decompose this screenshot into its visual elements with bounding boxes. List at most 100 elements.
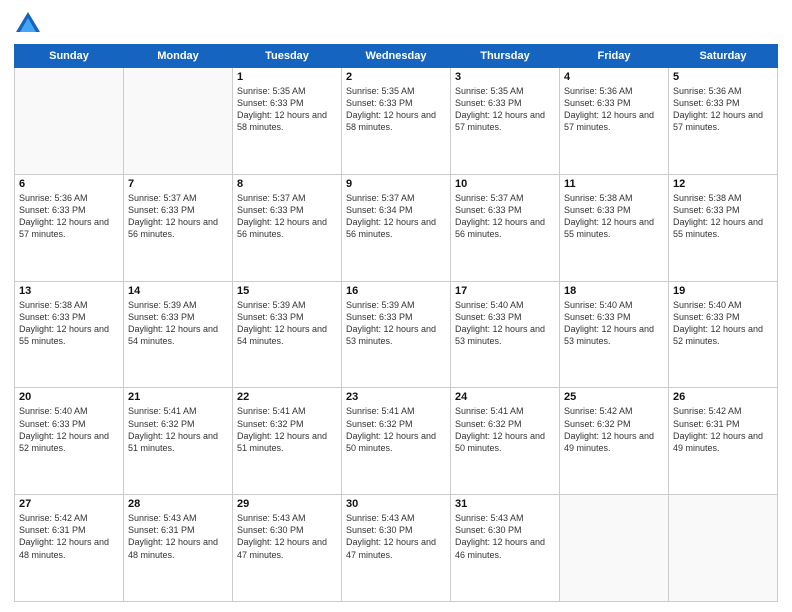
day-detail: Sunrise: 5:35 AM Sunset: 6:33 PM Dayligh… [346, 85, 446, 134]
day-detail: Sunrise: 5:40 AM Sunset: 6:33 PM Dayligh… [564, 299, 664, 348]
calendar-table: SundayMondayTuesdayWednesdayThursdayFrid… [14, 44, 778, 602]
calendar-cell: 18 Sunrise: 5:40 AM Sunset: 6:33 PM Dayli… [560, 281, 669, 388]
weekday-header-saturday: Saturday [669, 45, 778, 68]
day-detail: Sunrise: 5:37 AM Sunset: 6:33 PM Dayligh… [128, 192, 228, 241]
day-detail: Sunrise: 5:43 AM Sunset: 6:31 PM Dayligh… [128, 512, 228, 561]
day-detail: Sunrise: 5:41 AM Sunset: 6:32 PM Dayligh… [455, 405, 555, 454]
day-number: 18 [564, 285, 664, 297]
calendar-cell: 13 Sunrise: 5:38 AM Sunset: 6:33 PM Dayli… [15, 281, 124, 388]
day-detail: Sunrise: 5:36 AM Sunset: 6:33 PM Dayligh… [673, 85, 773, 134]
calendar-cell: 25 Sunrise: 5:42 AM Sunset: 6:32 PM Dayli… [560, 388, 669, 495]
day-detail: Sunrise: 5:42 AM Sunset: 6:32 PM Dayligh… [564, 405, 664, 454]
day-number: 25 [564, 391, 664, 403]
day-number: 1 [237, 71, 337, 83]
day-number: 30 [346, 498, 446, 510]
calendar-cell [124, 68, 233, 175]
day-detail: Sunrise: 5:40 AM Sunset: 6:33 PM Dayligh… [455, 299, 555, 348]
day-number: 12 [673, 178, 773, 190]
day-detail: Sunrise: 5:39 AM Sunset: 6:33 PM Dayligh… [237, 299, 337, 348]
calendar-cell: 23 Sunrise: 5:41 AM Sunset: 6:32 PM Dayli… [342, 388, 451, 495]
weekday-header-sunday: Sunday [15, 45, 124, 68]
day-number: 2 [346, 71, 446, 83]
day-detail: Sunrise: 5:38 AM Sunset: 6:33 PM Dayligh… [673, 192, 773, 241]
day-detail: Sunrise: 5:35 AM Sunset: 6:33 PM Dayligh… [455, 85, 555, 134]
day-detail: Sunrise: 5:41 AM Sunset: 6:32 PM Dayligh… [128, 405, 228, 454]
calendar-cell: 17 Sunrise: 5:40 AM Sunset: 6:33 PM Dayli… [451, 281, 560, 388]
day-detail: Sunrise: 5:35 AM Sunset: 6:33 PM Dayligh… [237, 85, 337, 134]
calendar-cell: 26 Sunrise: 5:42 AM Sunset: 6:31 PM Dayli… [669, 388, 778, 495]
calendar-cell: 8Sunrise: 5:37 AM Sunset: 6:33 PM Daylig… [233, 174, 342, 281]
calendar-cell [15, 68, 124, 175]
day-detail: Sunrise: 5:37 AM Sunset: 6:34 PM Dayligh… [346, 192, 446, 241]
calendar-week-3: 13 Sunrise: 5:38 AM Sunset: 6:33 PM Dayli… [15, 281, 778, 388]
weekday-header-row: SundayMondayTuesdayWednesdayThursdayFrid… [15, 45, 778, 68]
day-detail: Sunrise: 5:40 AM Sunset: 6:33 PM Dayligh… [19, 405, 119, 454]
calendar-cell: 5Sunrise: 5:36 AM Sunset: 6:33 PM Daylig… [669, 68, 778, 175]
calendar-cell: 21Sunrise: 5:41 AM Sunset: 6:32 PM Dayli… [124, 388, 233, 495]
day-detail: Sunrise: 5:42 AM Sunset: 6:31 PM Dayligh… [19, 512, 119, 561]
calendar-cell: 6 Sunrise: 5:36 AM Sunset: 6:33 PM Daylig… [15, 174, 124, 281]
day-number: 24 [455, 391, 555, 403]
calendar-cell: 30 Sunrise: 5:43 AM Sunset: 6:30 PM Dayli… [342, 495, 451, 602]
header [14, 10, 778, 38]
day-number: 11 [564, 178, 664, 190]
calendar-cell: 7 Sunrise: 5:37 AM Sunset: 6:33 PM Daylig… [124, 174, 233, 281]
calendar-cell: 15 Sunrise: 5:39 AM Sunset: 6:33 PM Dayli… [233, 281, 342, 388]
calendar-cell: 3Sunrise: 5:35 AM Sunset: 6:33 PM Daylig… [451, 68, 560, 175]
day-number: 29 [237, 498, 337, 510]
calendar-cell: 4Sunrise: 5:36 AM Sunset: 6:33 PM Daylig… [560, 68, 669, 175]
weekday-header-monday: Monday [124, 45, 233, 68]
calendar-cell: 28 Sunrise: 5:43 AM Sunset: 6:31 PM Dayli… [124, 495, 233, 602]
day-number: 14 [128, 285, 228, 297]
calendar-week-5: 27 Sunrise: 5:42 AM Sunset: 6:31 PM Dayli… [15, 495, 778, 602]
calendar-week-4: 20 Sunrise: 5:40 AM Sunset: 6:33 PM Dayli… [15, 388, 778, 495]
calendar-cell: 22Sunrise: 5:41 AM Sunset: 6:32 PM Dayli… [233, 388, 342, 495]
day-number: 8 [237, 178, 337, 190]
day-detail: Sunrise: 5:43 AM Sunset: 6:30 PM Dayligh… [346, 512, 446, 561]
calendar-cell: 10Sunrise: 5:37 AM Sunset: 6:33 PM Dayli… [451, 174, 560, 281]
calendar-cell: 2 Sunrise: 5:35 AM Sunset: 6:33 PM Daylig… [342, 68, 451, 175]
weekday-header-friday: Friday [560, 45, 669, 68]
day-number: 22 [237, 391, 337, 403]
day-number: 20 [19, 391, 119, 403]
calendar-cell: 16Sunrise: 5:39 AM Sunset: 6:33 PM Dayli… [342, 281, 451, 388]
weekday-header-thursday: Thursday [451, 45, 560, 68]
calendar-cell: 29Sunrise: 5:43 AM Sunset: 6:30 PM Dayli… [233, 495, 342, 602]
day-detail: Sunrise: 5:36 AM Sunset: 6:33 PM Dayligh… [19, 192, 119, 241]
weekday-header-tuesday: Tuesday [233, 45, 342, 68]
day-detail: Sunrise: 5:41 AM Sunset: 6:32 PM Dayligh… [346, 405, 446, 454]
calendar-cell: 1 Sunrise: 5:35 AM Sunset: 6:33 PM Daylig… [233, 68, 342, 175]
calendar-cell: 11 Sunrise: 5:38 AM Sunset: 6:33 PM Dayli… [560, 174, 669, 281]
day-number: 15 [237, 285, 337, 297]
day-detail: Sunrise: 5:36 AM Sunset: 6:33 PM Dayligh… [564, 85, 664, 134]
day-detail: Sunrise: 5:43 AM Sunset: 6:30 PM Dayligh… [455, 512, 555, 561]
logo [14, 10, 46, 38]
logo-icon [14, 10, 42, 38]
day-number: 9 [346, 178, 446, 190]
day-number: 7 [128, 178, 228, 190]
day-detail: Sunrise: 5:39 AM Sunset: 6:33 PM Dayligh… [128, 299, 228, 348]
day-number: 6 [19, 178, 119, 190]
day-number: 17 [455, 285, 555, 297]
calendar-cell [669, 495, 778, 602]
day-detail: Sunrise: 5:38 AM Sunset: 6:33 PM Dayligh… [19, 299, 119, 348]
day-number: 16 [346, 285, 446, 297]
calendar-cell: 27 Sunrise: 5:42 AM Sunset: 6:31 PM Dayli… [15, 495, 124, 602]
page: SundayMondayTuesdayWednesdayThursdayFrid… [0, 0, 792, 612]
day-number: 27 [19, 498, 119, 510]
day-number: 13 [19, 285, 119, 297]
calendar-week-1: 1 Sunrise: 5:35 AM Sunset: 6:33 PM Daylig… [15, 68, 778, 175]
calendar-cell: 20 Sunrise: 5:40 AM Sunset: 6:33 PM Dayli… [15, 388, 124, 495]
weekday-header-wednesday: Wednesday [342, 45, 451, 68]
day-detail: Sunrise: 5:38 AM Sunset: 6:33 PM Dayligh… [564, 192, 664, 241]
day-detail: Sunrise: 5:42 AM Sunset: 6:31 PM Dayligh… [673, 405, 773, 454]
calendar-cell: 31 Sunrise: 5:43 AM Sunset: 6:30 PM Dayli… [451, 495, 560, 602]
calendar-cell: 9 Sunrise: 5:37 AM Sunset: 6:34 PM Daylig… [342, 174, 451, 281]
day-number: 26 [673, 391, 773, 403]
day-number: 23 [346, 391, 446, 403]
day-detail: Sunrise: 5:40 AM Sunset: 6:33 PM Dayligh… [673, 299, 773, 348]
calendar-week-2: 6 Sunrise: 5:36 AM Sunset: 6:33 PM Daylig… [15, 174, 778, 281]
day-number: 28 [128, 498, 228, 510]
day-number: 19 [673, 285, 773, 297]
day-number: 31 [455, 498, 555, 510]
